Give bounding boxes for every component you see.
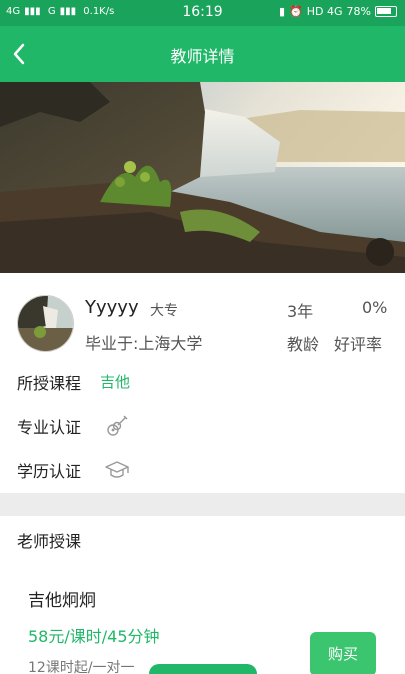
- courses-label: 所授课程: [17, 374, 82, 393]
- hero-image: [0, 82, 405, 273]
- lesson-price: 58元/课时/45分钟: [28, 627, 160, 646]
- status-bar: 4G ▮▮▮ G ▮▮▮ 0.1K/s 16:19 ▮ ⏰ HD 4G 78%: [0, 0, 405, 26]
- course-tag[interactable]: 吉他: [100, 371, 130, 392]
- education-cert-label: 学历认证: [17, 462, 82, 481]
- battery-percent: 78%: [346, 5, 371, 18]
- avatar: [17, 295, 74, 352]
- lesson-detail: 12课时起/一对一: [28, 660, 135, 674]
- section-divider: [0, 493, 405, 516]
- lessons-section: 老师授课 吉他炯炯 58元/课时/45分钟 12课时起/一对一 购买: [0, 516, 405, 674]
- battery-icon: [375, 6, 397, 17]
- teacher-profile: Yyyyy 大专 毕业于:上海大学 3年 教龄 0% 好评率 所授课程 吉他 专…: [0, 273, 405, 493]
- alarm-icon: ⏰: [289, 5, 303, 18]
- page-title: 教师详情: [170, 47, 235, 66]
- graduation-cap-icon: [104, 457, 130, 483]
- sim-card-icon: ▮: [279, 5, 286, 18]
- rating-label: 好评率: [334, 335, 383, 354]
- teaching-years-label: 教龄: [287, 335, 320, 354]
- floating-action-bar[interactable]: [149, 664, 257, 674]
- guitar-icon: [104, 413, 130, 439]
- teacher-name: Yyyyy: [85, 297, 139, 318]
- network-type: HD 4G: [306, 5, 343, 18]
- lesson-name: 吉他炯炯: [28, 591, 96, 611]
- status-right: ▮ ⏰ HD 4G 78%: [279, 5, 397, 18]
- nav-bar: 教师详情: [0, 26, 405, 82]
- professional-cert-label: 专业认证: [17, 418, 82, 437]
- graduated-from: 毕业于:上海大学: [85, 334, 203, 353]
- rating-value: 0%: [362, 298, 388, 317]
- education-level: 大专: [150, 303, 178, 319]
- lessons-section-title: 老师授课: [17, 532, 82, 551]
- teaching-years-value: 3年: [287, 302, 314, 321]
- buy-button[interactable]: 购买: [310, 632, 376, 674]
